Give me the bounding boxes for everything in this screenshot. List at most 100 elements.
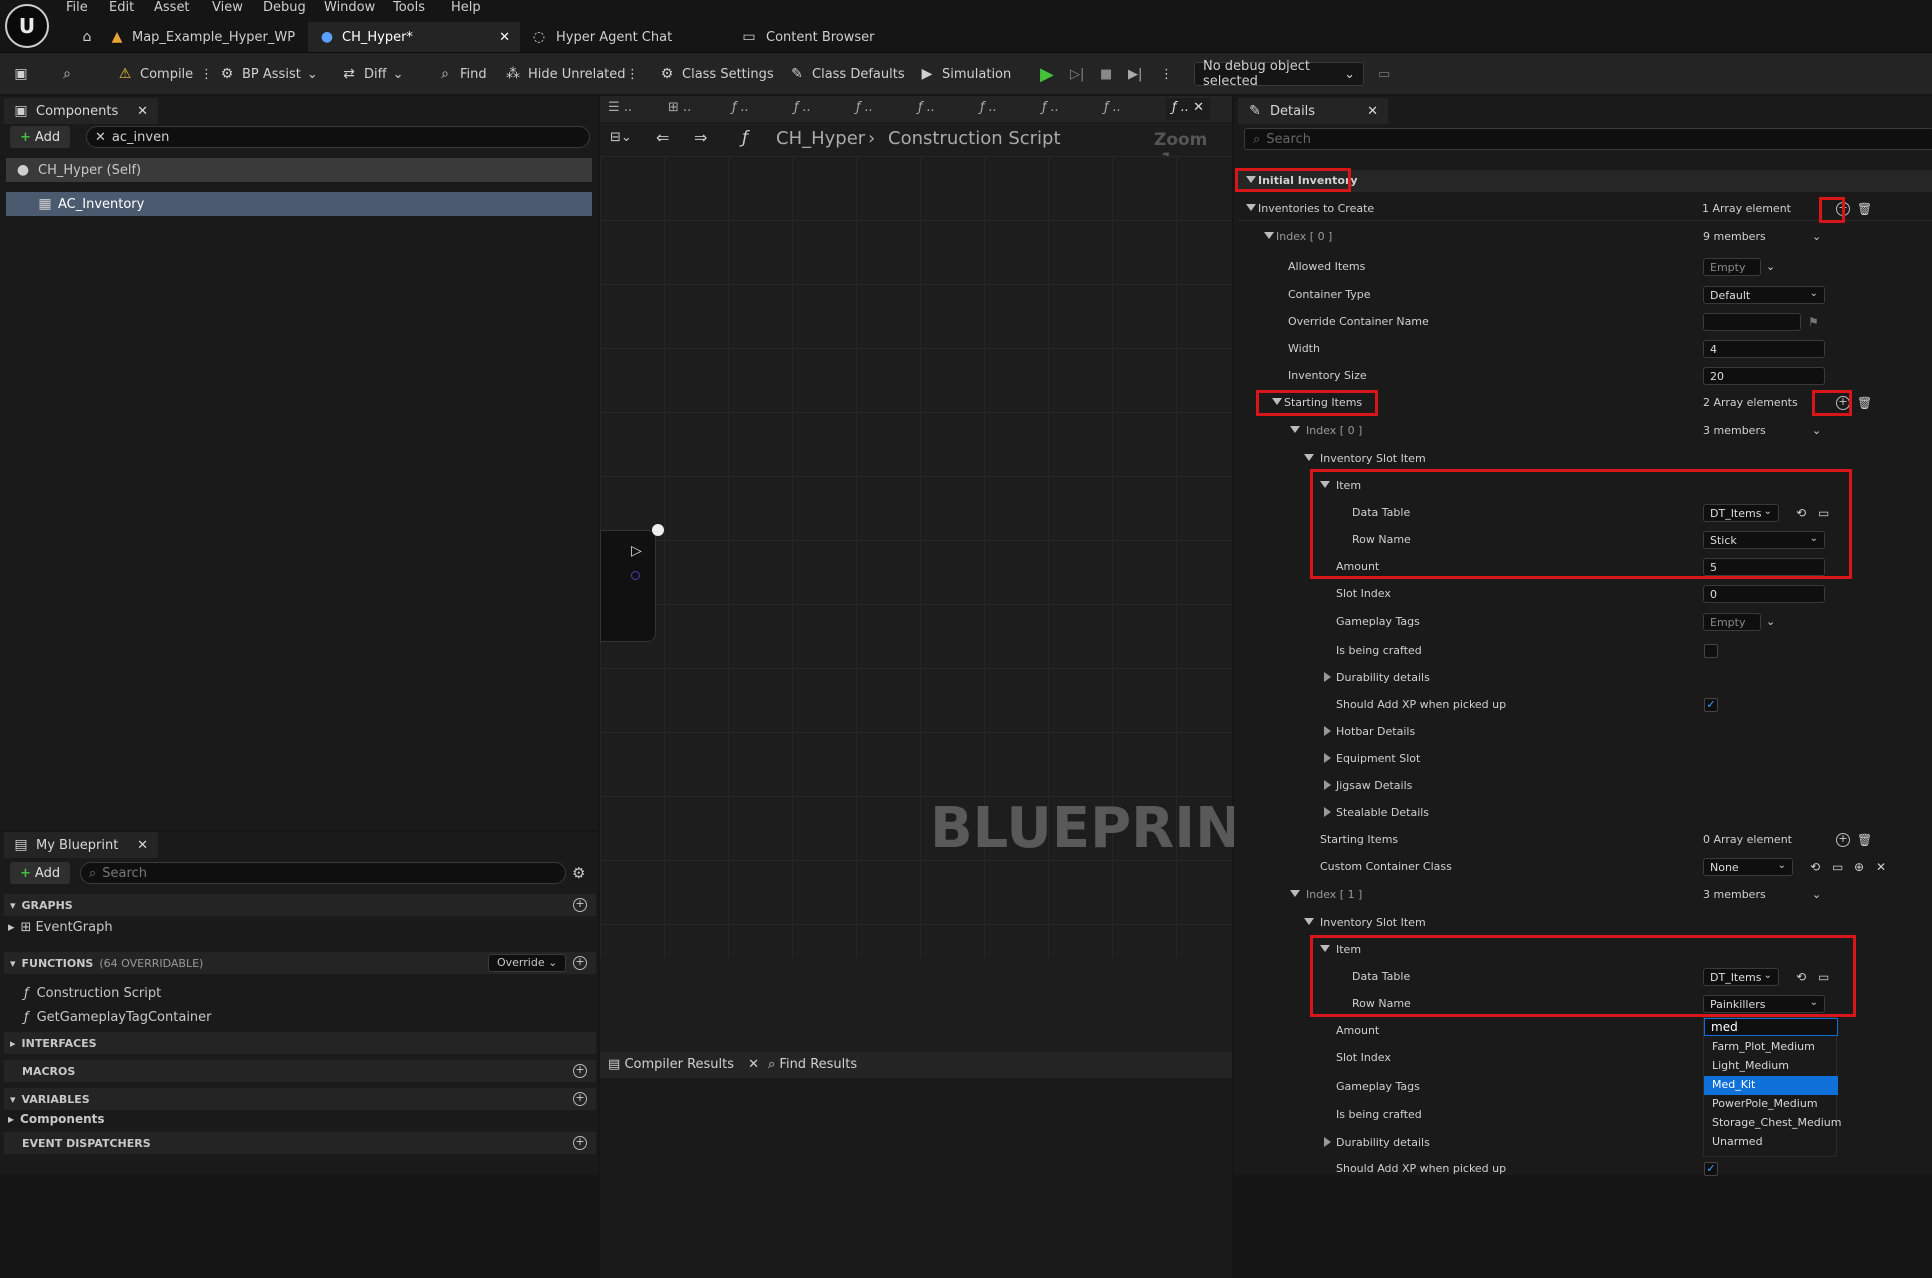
step-icon[interactable]: ▷| bbox=[1070, 62, 1084, 86]
collapse-arrow-icon[interactable] bbox=[1272, 398, 1282, 405]
width-input[interactable]: 4 bbox=[1703, 340, 1825, 358]
should-add-xp-checkbox[interactable]: ✓ bbox=[1704, 1162, 1718, 1176]
add-array-element-icon[interactable]: + bbox=[1836, 833, 1850, 847]
compile-button[interactable]: ⚠ Compile bbox=[116, 62, 193, 86]
graph-tab[interactable]: ƒ .. bbox=[1042, 100, 1059, 115]
close-icon[interactable]: ✕ bbox=[137, 838, 148, 853]
slot-index-input[interactable]: 0 bbox=[1703, 585, 1825, 603]
debug-object-select[interactable]: No debug object selected ⌄ bbox=[1194, 59, 1364, 89]
graph-tab[interactable]: ƒ .. bbox=[794, 100, 811, 115]
find-button[interactable]: ⌕ Find bbox=[436, 62, 487, 86]
eject-icon[interactable]: ▶| bbox=[1128, 62, 1142, 86]
container-type-select[interactable]: Default ⌄ bbox=[1703, 286, 1825, 304]
graph-tab[interactable]: ƒ .. bbox=[918, 100, 935, 115]
clear-search-icon[interactable]: ✕ bbox=[95, 130, 106, 145]
exec-pin-icon[interactable]: ▷ bbox=[631, 543, 642, 559]
find-results-tab[interactable]: ⌕ Find Results bbox=[768, 1057, 857, 1072]
graph-event-graph[interactable]: ▸ ⊞ EventGraph bbox=[8, 916, 113, 938]
chevron-down-icon[interactable]: ⌄ bbox=[1766, 260, 1775, 273]
add-array-element-icon[interactable]: + bbox=[1836, 202, 1850, 216]
use-selected-icon[interactable]: ⟲ bbox=[1796, 970, 1806, 984]
dropdown-option-selected[interactable]: Med_Kit bbox=[1704, 1076, 1838, 1095]
tab-map-example[interactable]: ▲ Map_Example_Hyper_WP bbox=[98, 22, 305, 52]
graph-tab[interactable]: ƒ .. bbox=[732, 100, 749, 115]
tab-ch-hyper[interactable]: ● CH_Hyper* ✕ bbox=[308, 22, 520, 52]
browse-asset-icon[interactable]: ▭ bbox=[1818, 506, 1829, 520]
add-variable-icon[interactable]: + bbox=[573, 1092, 587, 1106]
function-construction-script[interactable]: ƒ Construction Script bbox=[24, 982, 161, 1004]
hide-unrelated-button[interactable]: ⁂ Hide Unrelated bbox=[504, 62, 626, 86]
close-icon[interactable]: ✕ bbox=[1367, 104, 1378, 119]
function-get-gameplay-tag-container[interactable]: ƒ GetGameplayTagContainer bbox=[24, 1006, 212, 1028]
component-search-input[interactable]: ✕ ac_inven bbox=[86, 126, 590, 148]
section-variables[interactable]: ▾ VARIABLES bbox=[4, 1088, 596, 1110]
flag-icon[interactable]: ⚑ bbox=[1808, 315, 1819, 329]
section-macros[interactable]: MACROS bbox=[4, 1060, 596, 1082]
browse-asset-icon[interactable]: ▭ bbox=[1832, 860, 1843, 874]
dropdown-search-input[interactable]: med bbox=[1704, 1018, 1838, 1036]
compile-options-icon[interactable]: ⋮ bbox=[200, 62, 213, 86]
row-name-select[interactable]: Painkillers ⌄ bbox=[1703, 995, 1825, 1013]
expand-arrow-icon[interactable] bbox=[1324, 807, 1331, 817]
graph-tab[interactable]: ⊞ .. bbox=[668, 100, 691, 115]
graph-tab-construction-script[interactable]: ƒ .. ✕ bbox=[1166, 98, 1210, 120]
menu-tools[interactable]: Tools bbox=[393, 0, 425, 18]
stop-icon[interactable]: ■ bbox=[1100, 62, 1112, 86]
breadcrumb-root[interactable]: CH_Hyper bbox=[776, 128, 865, 149]
chevron-down-icon[interactable]: ⌄ bbox=[1766, 615, 1775, 628]
clear-icon[interactable]: ✕ bbox=[1876, 860, 1886, 874]
tab-content-browser[interactable]: ▭ Content Browser bbox=[730, 22, 885, 52]
trash-icon[interactable]: 🗑 bbox=[1857, 396, 1872, 410]
expand-arrow-icon[interactable] bbox=[1324, 726, 1331, 736]
target-pin-icon[interactable] bbox=[631, 571, 640, 580]
collapse-arrow-icon[interactable] bbox=[1264, 232, 1274, 239]
graph-tab[interactable]: ƒ .. bbox=[856, 100, 873, 115]
unreal-logo-icon[interactable]: U bbox=[5, 4, 49, 48]
add-component-button[interactable]: + Add bbox=[10, 126, 71, 148]
settings-gear-icon[interactable]: ⚙ bbox=[572, 864, 585, 882]
diff-button[interactable]: ⇄ Diff ⌄ bbox=[340, 62, 403, 86]
collapse-arrow-icon[interactable] bbox=[1304, 918, 1314, 925]
collapse-arrow-icon[interactable] bbox=[1320, 481, 1330, 488]
use-selected-icon[interactable]: ⟲ bbox=[1796, 506, 1806, 520]
inventory-size-input[interactable]: 20 bbox=[1703, 367, 1825, 385]
menu-file[interactable]: File bbox=[66, 0, 88, 18]
browse-asset-icon[interactable]: ▭ bbox=[1818, 970, 1829, 984]
tab-hyper-agent-chat[interactable]: ◌ Hyper Agent Chat bbox=[520, 22, 682, 52]
dropdown-option[interactable]: PowerPole_Medium bbox=[1704, 1095, 1838, 1114]
chevron-down-icon[interactable]: ⌄ bbox=[1812, 230, 1821, 243]
collapse-arrow-icon[interactable] bbox=[1290, 426, 1300, 433]
collapse-arrow-icon[interactable] bbox=[1304, 454, 1314, 461]
section-interfaces[interactable]: ▸ INTERFACES bbox=[4, 1032, 596, 1054]
data-table-select[interactable]: DT_Items ⌄ bbox=[1703, 968, 1779, 986]
graph-tab[interactable]: ☰ .. bbox=[608, 100, 632, 115]
menu-view[interactable]: View bbox=[212, 0, 243, 18]
close-tab-icon[interactable]: ✕ bbox=[499, 30, 510, 45]
is-being-crafted-checkbox[interactable] bbox=[1704, 644, 1718, 658]
more-options-icon[interactable]: ⋮ bbox=[626, 62, 639, 86]
construction-script-node[interactable]: ▷ bbox=[600, 530, 656, 642]
details-tab[interactable]: ✎ Details ✕ bbox=[1238, 98, 1388, 124]
forward-arrow-icon[interactable]: ⇒ bbox=[694, 128, 707, 147]
add-macro-icon[interactable]: + bbox=[573, 1064, 587, 1078]
allowed-items-tags[interactable]: Empty bbox=[1703, 258, 1761, 276]
data-table-select[interactable]: DT_Items ⌄ bbox=[1703, 504, 1779, 522]
dropdown-option[interactable]: Farm_Plot_Medium bbox=[1704, 1038, 1838, 1057]
graph-canvas[interactable]: ▷ BLUEPRINT bbox=[600, 156, 1280, 956]
class-settings-button[interactable]: ⚙ Class Settings bbox=[658, 62, 774, 86]
collapse-arrow-icon[interactable] bbox=[1246, 204, 1256, 211]
simulation-button[interactable]: ▶ Simulation bbox=[918, 62, 1012, 86]
play-icon[interactable]: ▶ bbox=[1040, 62, 1054, 86]
chevron-down-icon[interactable]: ⌄ bbox=[1812, 888, 1821, 901]
dropdown-option[interactable]: Storage_Chest_Medium bbox=[1704, 1114, 1842, 1133]
class-defaults-button[interactable]: ✎ Class Defaults bbox=[788, 62, 904, 86]
add-array-element-icon[interactable]: + bbox=[1836, 396, 1850, 410]
bookmark-icon[interactable]: ⊟⌄ bbox=[610, 130, 632, 145]
dropdown-option[interactable]: Unarmed bbox=[1704, 1133, 1838, 1152]
bp-assist-button[interactable]: ⚙ BP Assist ⌄ bbox=[218, 62, 318, 86]
debug-filter-icon[interactable]: ▭ bbox=[1378, 62, 1390, 86]
compiler-results-tab[interactable]: ▤ Compiler Results ✕ bbox=[608, 1057, 759, 1072]
override-container-name-input[interactable] bbox=[1703, 313, 1801, 331]
row-name-select[interactable]: Stick ⌄ bbox=[1703, 531, 1825, 549]
trash-icon[interactable]: 🗑 bbox=[1857, 833, 1872, 847]
